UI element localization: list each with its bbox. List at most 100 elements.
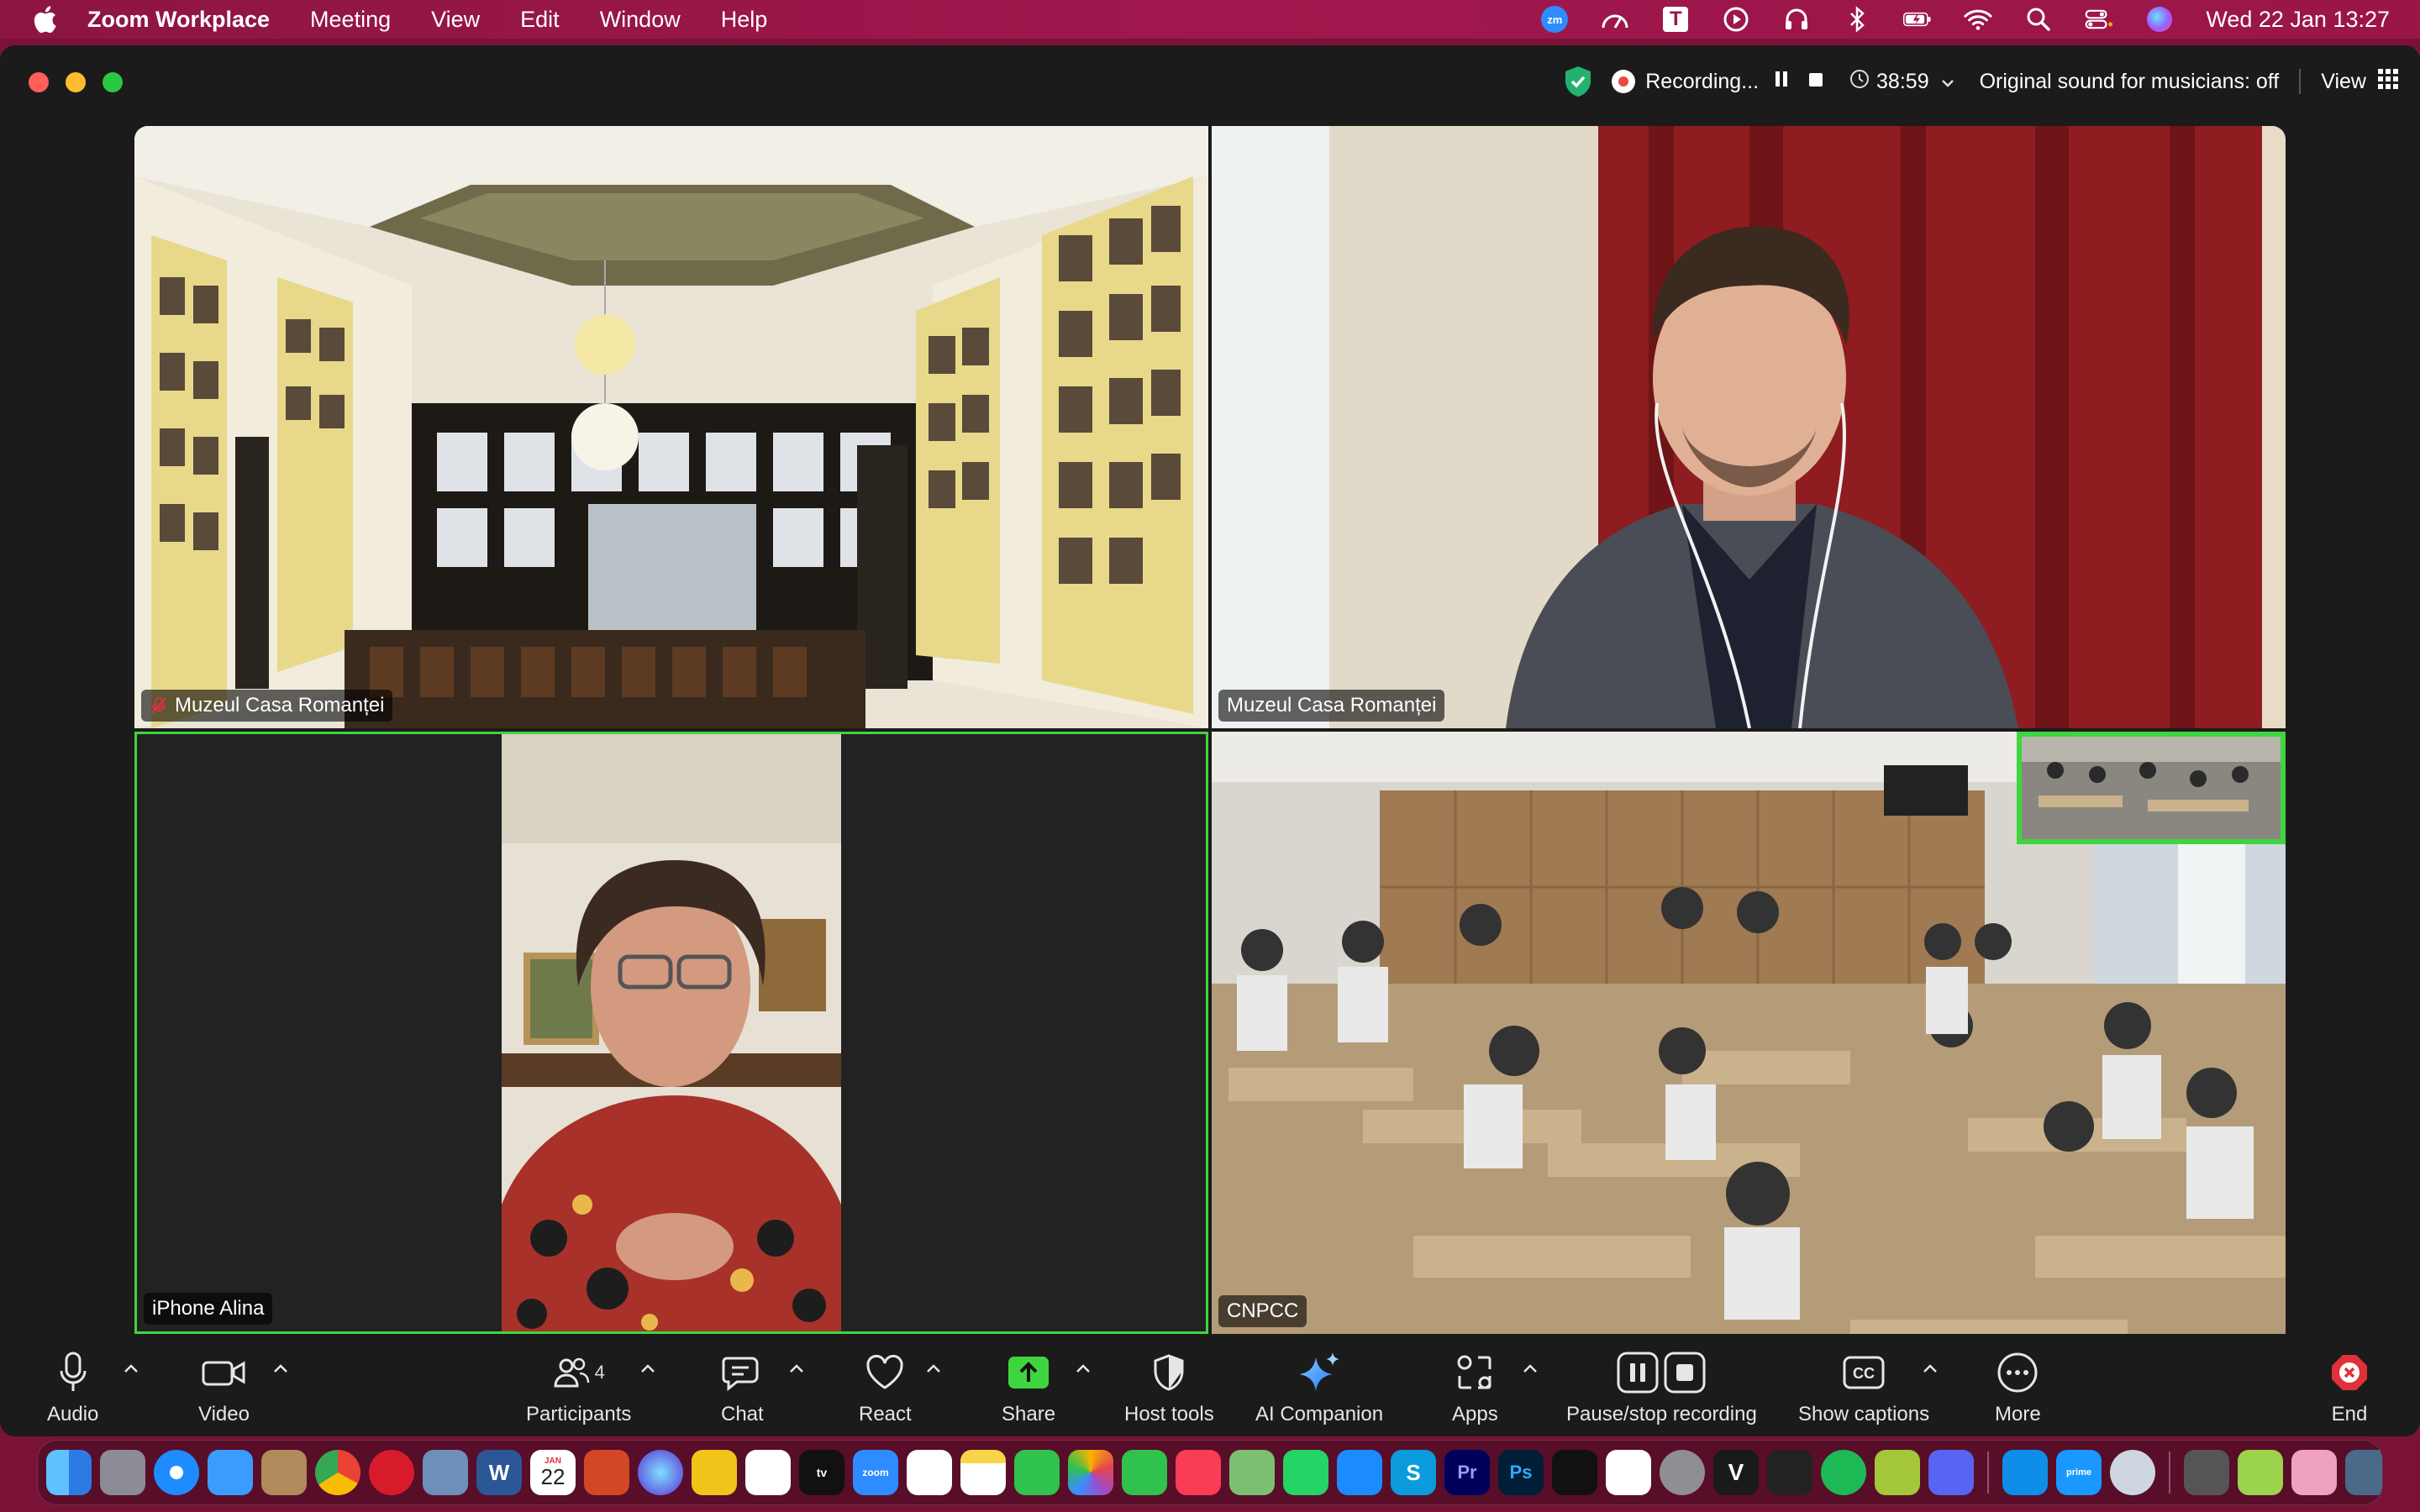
preview-icon[interactable] [423,1450,468,1495]
video-tile-active-speaker[interactable]: iPhone Alina [134,732,1208,1334]
close-window-button[interactable] [29,72,49,92]
menu-edit[interactable]: Edit [520,7,560,33]
premiere-icon[interactable]: Pr [1444,1450,1490,1495]
dock-separator [2169,1452,2170,1494]
video-tile-museum-hall[interactable]: Muzeul Casa Romanței [134,126,1208,728]
minimize-window-button[interactable] [66,72,86,92]
finder-icon[interactable] [46,1450,92,1495]
video-options-caret-icon[interactable] [271,1359,290,1378]
search-icon[interactable] [2024,5,2053,34]
video-tile-presenter[interactable]: Muzeul Casa Romanței [1212,126,2286,728]
share-button[interactable]: Share [1002,1349,1055,1426]
screenshot-icon[interactable] [2184,1450,2229,1495]
battery-icon[interactable] [1903,5,1932,34]
captions-options-caret-icon[interactable] [1921,1359,1939,1378]
word-icon[interactable]: W [476,1450,522,1495]
zoom-status-icon[interactable]: zm [1540,5,1569,34]
messages-icon[interactable] [1122,1450,1167,1495]
apps-button[interactable]: Apps [1452,1349,1498,1426]
gauge-icon[interactable] [1601,5,1629,34]
control-center-icon[interactable] [2085,5,2113,34]
apps-options-caret-icon[interactable] [1521,1359,1539,1378]
photoshop-icon[interactable]: Ps [1498,1450,1544,1495]
music-icon[interactable] [1176,1450,1221,1495]
calendar-icon[interactable]: JAN 22 [530,1450,576,1495]
teamviewer-icon[interactable] [2002,1450,2048,1495]
text-t-icon[interactable]: T [1661,5,1690,34]
wifi-icon[interactable] [1964,5,1992,34]
self-view-thumbnail[interactable] [2017,732,2286,844]
more-button[interactable]: More [1995,1349,2041,1426]
spotify-icon[interactable] [1821,1450,1866,1495]
apple-tv-icon[interactable]: tv [799,1450,844,1495]
video-button[interactable]: Video [198,1349,250,1426]
tiktok-icon[interactable] [1552,1450,1597,1495]
audio-button[interactable]: Audio [47,1349,98,1426]
bluetooth-icon[interactable] [1843,5,1871,34]
radioactive-icon[interactable] [692,1450,737,1495]
pause-recording-icon[interactable] [1774,70,1789,94]
menu-meeting[interactable]: Meeting [310,7,391,33]
audio-options-caret-icon[interactable] [122,1359,140,1378]
menu-view[interactable]: View [431,7,480,33]
powerpoint-icon[interactable] [584,1450,629,1495]
play-circle-icon[interactable] [1722,5,1750,34]
vim-icon[interactable]: V [1713,1450,1759,1495]
maps-icon[interactable] [1229,1450,1275,1495]
reminders-icon[interactable] [907,1450,952,1495]
discord-icon[interactable] [1928,1450,1974,1495]
ai-companion-button[interactable]: AI Companion [1255,1349,1383,1426]
meeting-timer[interactable]: 38:59 [1876,70,1929,94]
participants-button[interactable]: 4 Participants [526,1349,631,1426]
view-button[interactable]: View [2321,70,2366,94]
photos-folder-icon[interactable] [2291,1450,2337,1495]
chrome-icon[interactable] [315,1450,360,1495]
archive-icon[interactable] [2238,1450,2283,1495]
headphones-icon[interactable] [1782,5,1811,34]
zoom-window-button[interactable] [103,72,123,92]
grid-view-icon[interactable] [2376,67,2400,97]
share-options-caret-icon[interactable] [1074,1359,1092,1378]
original-sound-toggle[interactable]: Original sound for musicians: off [1980,70,2280,94]
siri-icon[interactable] [2145,5,2174,34]
opera-icon[interactable] [369,1450,414,1495]
chat-options-caret-icon[interactable] [787,1359,806,1378]
quicktime-icon[interactable] [2110,1450,2155,1495]
skype-icon[interactable]: S [1391,1450,1436,1495]
menu-app-name[interactable]: Zoom Workplace [87,7,270,33]
facetime-icon[interactable] [1014,1450,1060,1495]
menubar-clock[interactable]: Wed 22 Jan 13:27 [2206,7,2390,33]
prime-video-icon[interactable]: prime [2056,1450,2102,1495]
chat-button[interactable]: Chat [721,1349,764,1426]
zoom-app-icon[interactable]: zoom [853,1450,898,1495]
notes-icon[interactable] [960,1450,1006,1495]
menu-window[interactable]: Window [600,7,681,33]
downloads-folder-icon[interactable] [2345,1450,2382,1495]
siri-app-icon[interactable] [638,1450,683,1495]
photos-icon[interactable] [1068,1450,1113,1495]
system-settings-icon[interactable] [1660,1450,1705,1495]
apple-icon[interactable] [30,4,60,34]
stop-recording-icon[interactable] [1807,70,1824,94]
end-meeting-button[interactable]: End [2329,1349,2370,1426]
video-tile-classroom[interactable]: CNPCC [1212,732,2286,1334]
android-file-icon[interactable] [1875,1450,1920,1495]
freeform-icon[interactable] [745,1450,791,1495]
contacts-icon[interactable] [261,1450,307,1495]
react-button[interactable]: React [859,1349,912,1426]
react-options-caret-icon[interactable] [924,1359,943,1378]
encryption-shield-icon[interactable] [1563,65,1593,98]
host-tools-button[interactable]: Host tools [1124,1349,1214,1426]
safari-icon[interactable] [154,1450,199,1495]
show-captions-button[interactable]: CC Show captions [1798,1349,1929,1426]
chevron-down-icon[interactable] [1941,70,1954,94]
app-store-icon[interactable] [1337,1450,1382,1495]
capcut-icon[interactable] [1606,1450,1651,1495]
audio-wave-icon[interactable] [1767,1450,1812,1495]
menu-help[interactable]: Help [721,7,768,33]
pause-stop-recording-button[interactable]: Pause/stop recording [1566,1349,1757,1426]
launchpad-icon[interactable] [100,1450,145,1495]
participants-options-caret-icon[interactable] [639,1359,657,1378]
mail-icon[interactable] [208,1450,253,1495]
whatsapp-icon[interactable] [1283,1450,1328,1495]
